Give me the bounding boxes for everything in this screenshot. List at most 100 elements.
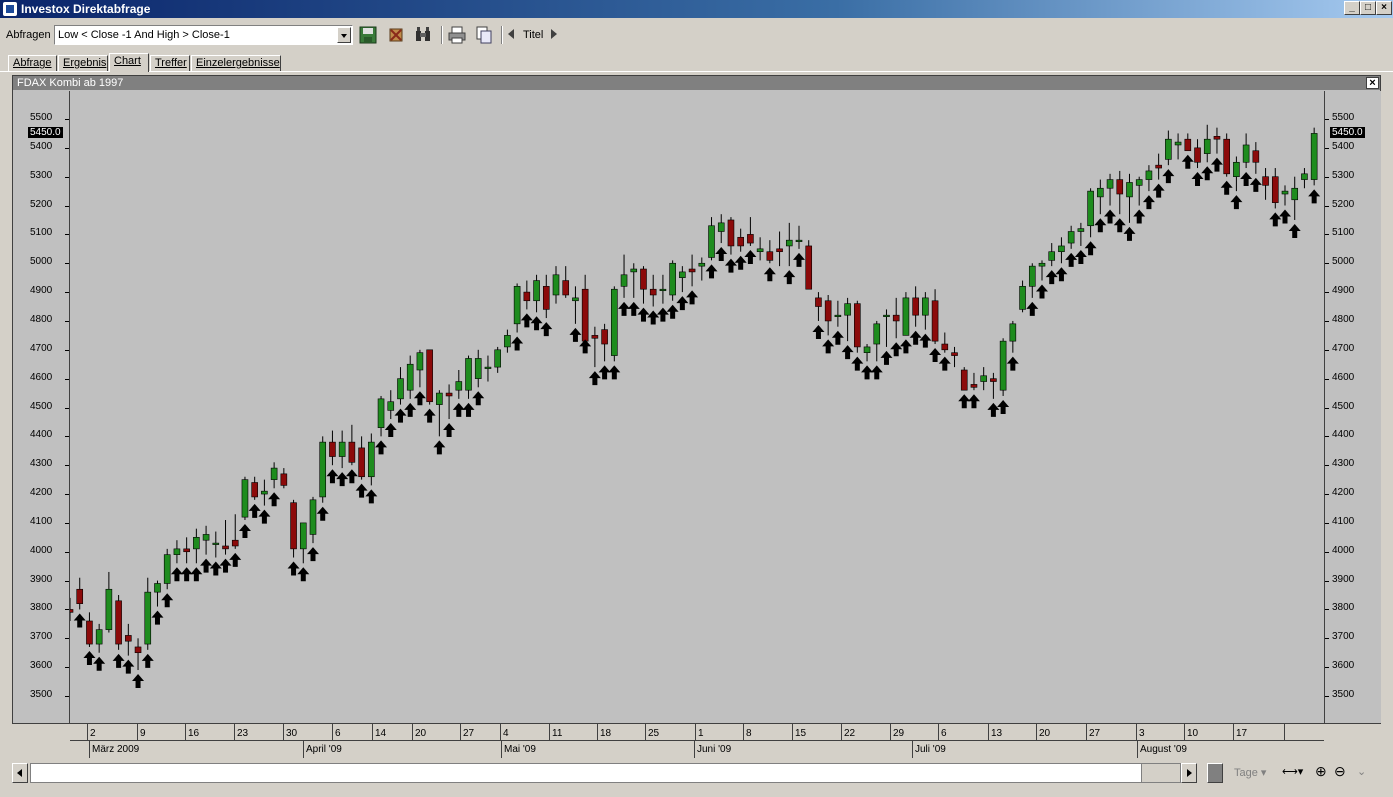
chevron-down-icon[interactable] bbox=[337, 27, 351, 43]
price-tick-mark bbox=[65, 609, 69, 611]
period-dropdown[interactable]: Tage ▾ bbox=[1234, 764, 1274, 782]
save-icon[interactable] bbox=[358, 25, 378, 45]
candle bbox=[958, 367, 971, 409]
price-tick-label: 4000 bbox=[1332, 544, 1355, 556]
price-tick-label: 4200 bbox=[30, 487, 53, 499]
candle bbox=[1133, 176, 1146, 224]
candle bbox=[851, 300, 864, 371]
signal-arrow-icon bbox=[1201, 166, 1214, 181]
tab-ergebnis[interactable]: Ergebnis bbox=[58, 55, 108, 71]
signal-arrow-icon bbox=[676, 296, 689, 311]
zoom-in-icon[interactable]: ⊕ bbox=[1315, 763, 1327, 780]
day-tick-label: 29 bbox=[893, 728, 905, 739]
tab-divider bbox=[0, 71, 1393, 72]
signal-arrow-icon bbox=[899, 339, 912, 354]
price-tick-label: 4100 bbox=[1332, 515, 1355, 527]
signal-arrow-icon bbox=[209, 561, 222, 576]
candle-body-down bbox=[960, 369, 968, 391]
price-tick-mark bbox=[1325, 176, 1329, 178]
zoom-out-icon[interactable]: ⊖ bbox=[1334, 763, 1346, 780]
candle bbox=[1084, 188, 1097, 256]
tab-einzelergebnisse[interactable]: Einzelergebnisse bbox=[191, 55, 281, 71]
candle bbox=[598, 323, 611, 380]
period-color-button[interactable] bbox=[1207, 763, 1223, 783]
prev-icon[interactable] bbox=[508, 29, 514, 39]
scroll-right-button[interactable] bbox=[1181, 763, 1197, 783]
window-title: Investox Direktabfrage bbox=[21, 2, 151, 16]
signal-arrow-icon bbox=[238, 524, 251, 539]
scroll-track[interactable] bbox=[30, 763, 1180, 783]
tab-chart[interactable]: Chart bbox=[109, 53, 149, 72]
candle bbox=[1006, 320, 1019, 371]
signal-arrow-icon bbox=[744, 249, 757, 264]
price-tick-label: 3800 bbox=[1332, 602, 1355, 614]
scroll-thumb[interactable] bbox=[1141, 763, 1181, 783]
candle-body-down bbox=[445, 392, 453, 397]
next-icon[interactable] bbox=[551, 29, 557, 39]
candlestick-chart[interactable] bbox=[70, 91, 1323, 723]
scroll-horizontal-icon[interactable]: ⟷▾ bbox=[1282, 765, 1303, 778]
candle bbox=[783, 222, 796, 285]
candle-body-down bbox=[358, 447, 365, 478]
candle bbox=[1288, 176, 1301, 238]
scroll-left-button[interactable] bbox=[12, 763, 28, 783]
candle-body-up bbox=[1028, 265, 1036, 287]
candle-body-down bbox=[231, 539, 239, 547]
month-axis-row: März 2009 April '09 Mai '09 Juni '09 Juli '0… bbox=[70, 741, 1324, 758]
day-separator bbox=[890, 724, 891, 741]
candle-body-up bbox=[270, 467, 278, 480]
candle bbox=[1279, 185, 1291, 224]
signal-arrow-icon bbox=[73, 613, 86, 628]
candle bbox=[890, 297, 903, 357]
minimize-button[interactable]: _ bbox=[1344, 1, 1360, 15]
candle-body-down bbox=[523, 291, 531, 302]
copy-icon[interactable] bbox=[474, 25, 494, 45]
signal-arrow-icon bbox=[1074, 249, 1087, 264]
candle bbox=[494, 346, 501, 373]
candle-body-up bbox=[1038, 262, 1046, 267]
candle-body-down bbox=[426, 349, 433, 403]
signal-arrow-icon bbox=[433, 440, 446, 455]
day-separator bbox=[743, 724, 744, 741]
price-tick-mark bbox=[65, 205, 69, 207]
candle bbox=[793, 225, 805, 267]
print-icon[interactable] bbox=[447, 25, 467, 45]
candle bbox=[552, 266, 560, 304]
candle-body-up bbox=[202, 534, 210, 541]
candle-body-up bbox=[922, 297, 929, 316]
delete-icon[interactable] bbox=[386, 25, 406, 45]
query-dropdown[interactable]: Low < Close -1 And High > Close-1 bbox=[54, 25, 353, 45]
candle-body-up bbox=[1165, 138, 1172, 160]
tab-treffer[interactable]: Treffer bbox=[150, 55, 190, 71]
titel-label[interactable]: Titel bbox=[523, 29, 543, 41]
day-tick-label: 22 bbox=[844, 728, 856, 739]
price-tick-label: 5000 bbox=[30, 256, 53, 268]
day-separator bbox=[1284, 724, 1285, 741]
price-tick-label: 4600 bbox=[1332, 371, 1355, 383]
candle bbox=[666, 260, 679, 319]
day-separator bbox=[87, 724, 88, 741]
day-tick-label: 10 bbox=[1187, 728, 1199, 739]
price-tick-mark bbox=[1325, 292, 1329, 294]
signal-arrow-icon bbox=[326, 469, 339, 484]
signal-arrow-icon bbox=[200, 558, 213, 573]
month-tick-label: Mai '09 bbox=[504, 744, 536, 755]
candle bbox=[715, 214, 728, 262]
month-separator bbox=[501, 741, 502, 758]
query-label: Abfragen bbox=[6, 29, 51, 41]
chevron-icon[interactable]: ⌄ bbox=[1357, 765, 1366, 778]
price-tick-label: 4200 bbox=[1332, 487, 1355, 499]
price-tick-label: 4100 bbox=[30, 515, 53, 527]
signal-arrow-icon bbox=[793, 252, 805, 267]
close-window-button[interactable]: × bbox=[1376, 1, 1392, 15]
candle bbox=[562, 266, 570, 298]
candle bbox=[355, 436, 368, 498]
candle bbox=[880, 309, 893, 365]
candle bbox=[336, 430, 349, 487]
binoculars-icon[interactable] bbox=[413, 25, 433, 45]
chart-close-button[interactable]: × bbox=[1366, 77, 1379, 89]
maximize-button[interactable]: □ bbox=[1360, 1, 1376, 15]
tab-abfrage[interactable]: Abfrage bbox=[8, 55, 57, 71]
candle bbox=[1174, 133, 1182, 160]
price-tick-mark bbox=[1325, 609, 1329, 611]
